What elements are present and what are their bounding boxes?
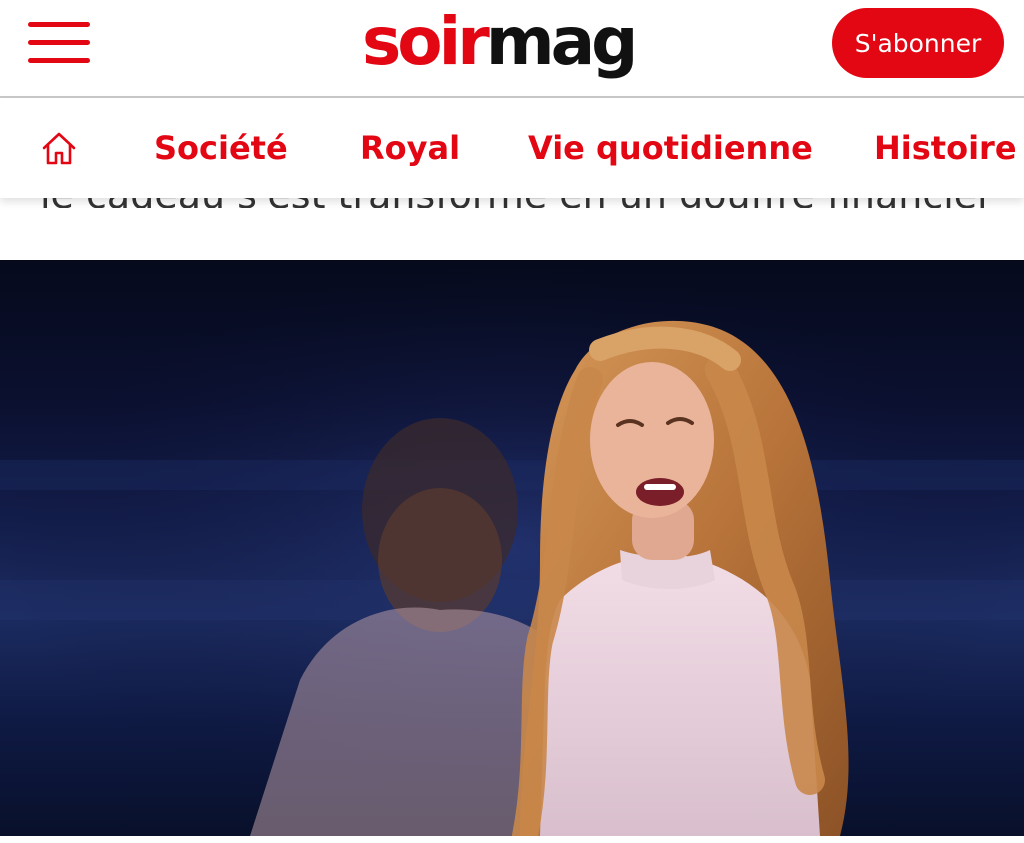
hamburger-menu-icon[interactable]	[28, 22, 90, 66]
nav-item-royal[interactable]: Royal	[360, 126, 460, 170]
home-icon[interactable]	[40, 129, 78, 167]
category-nav: Société Royal Vie quotidienne Histoire	[0, 98, 1024, 198]
nav-item-vie-quotidienne[interactable]: Vie quotidienne	[528, 126, 813, 170]
hero-photo	[0, 260, 1024, 836]
hero-photo-illustration	[0, 260, 1024, 836]
site-logo[interactable]: soirmag	[362, 2, 639, 82]
nav-item-histoire[interactable]: Histoire	[874, 126, 1017, 170]
subscribe-button[interactable]: S'abonner	[832, 8, 1004, 78]
logo-mag: mag	[485, 3, 639, 80]
logo-soir: soir	[362, 3, 490, 80]
nav-item-societe[interactable]: Société	[154, 126, 288, 170]
site-header: soirmag S'abonner	[0, 0, 1024, 98]
